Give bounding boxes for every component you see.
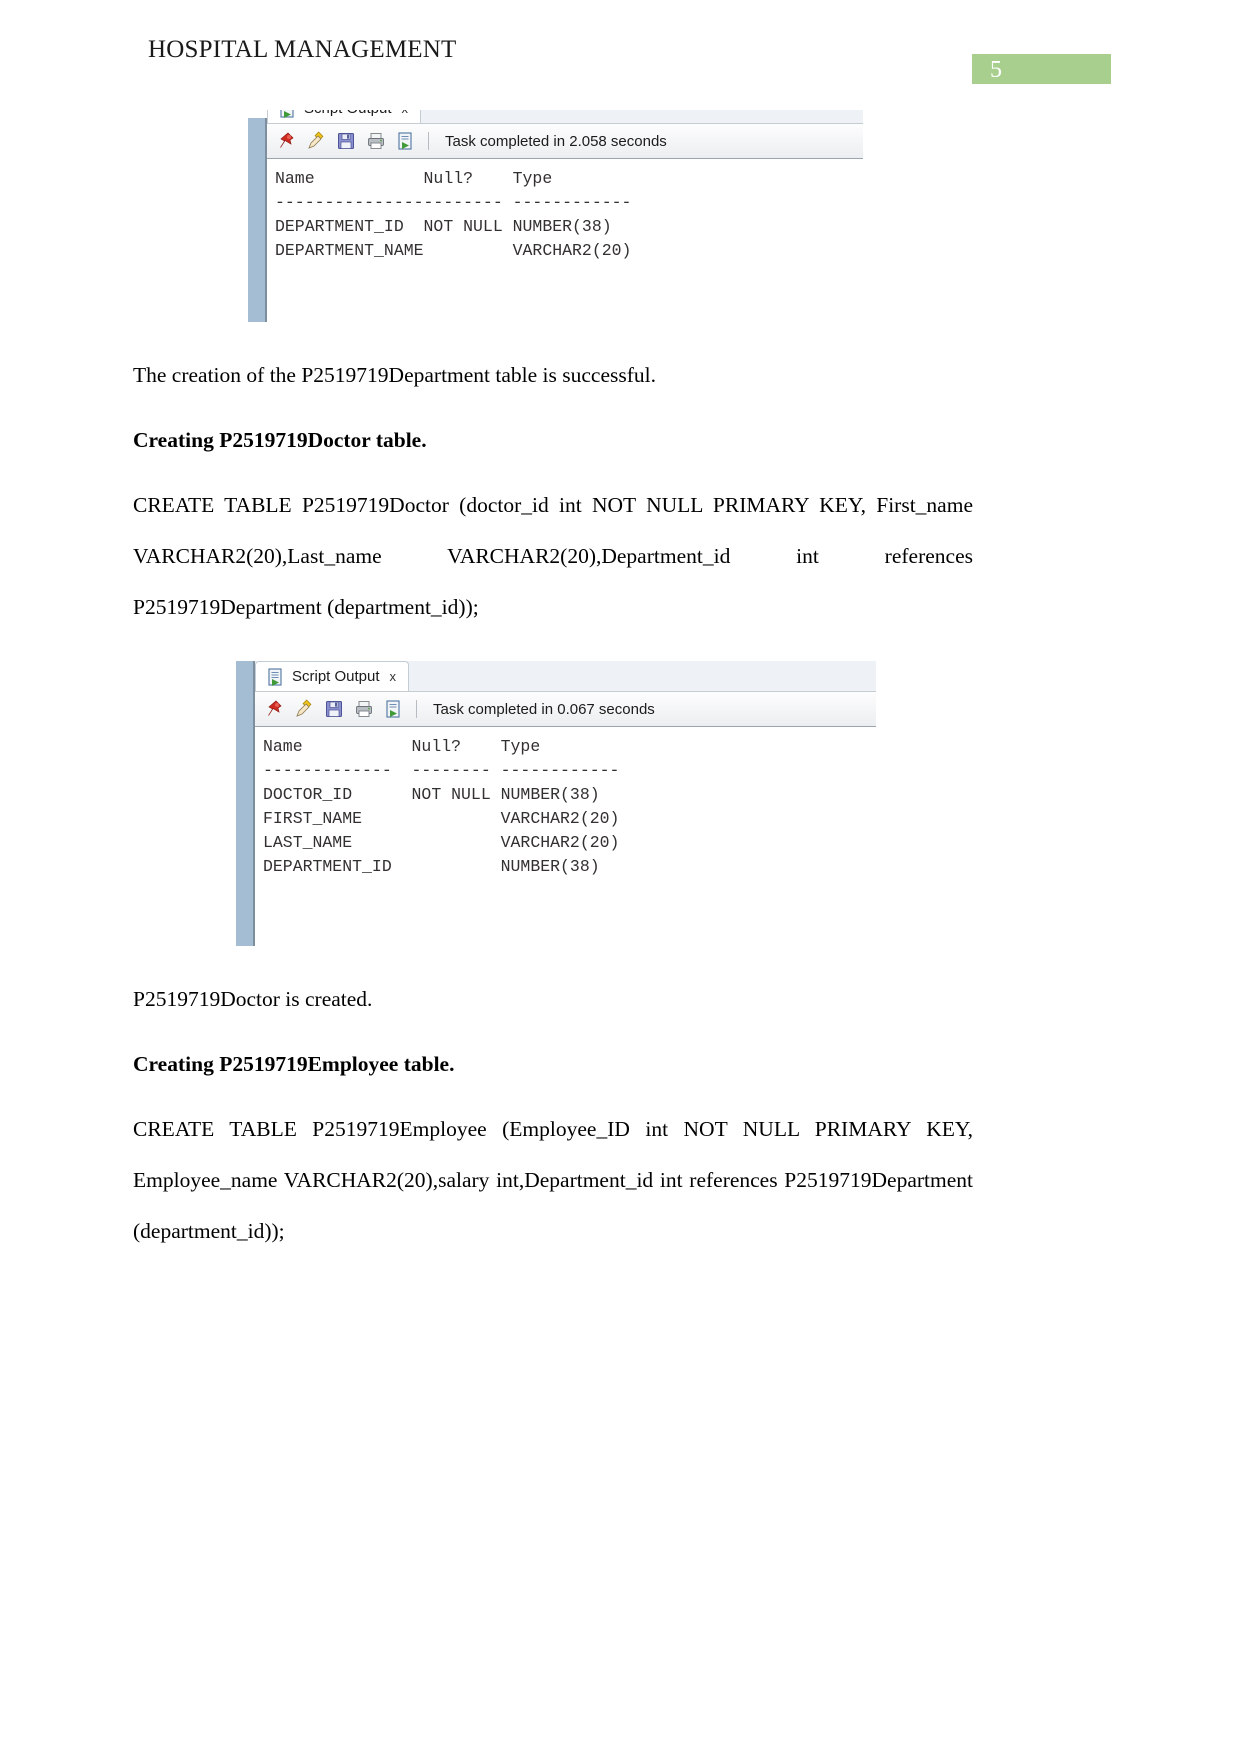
print-icon[interactable] xyxy=(366,131,386,151)
pin-icon[interactable] xyxy=(276,131,296,151)
output-separator-row: ------------- -------- ------------ xyxy=(263,759,876,783)
toolbar-separator xyxy=(428,132,429,150)
eraser-icon[interactable] xyxy=(294,699,314,719)
column-header-name: Name xyxy=(275,169,315,188)
sep-type: ------------ xyxy=(512,193,632,212)
page-title: HOSPITAL MANAGEMENT xyxy=(148,36,457,63)
heading-creating-doctor: Creating P2519719Doctor table. xyxy=(133,428,427,452)
close-icon[interactable]: x xyxy=(390,669,397,684)
eraser-icon[interactable] xyxy=(306,131,326,151)
cell-type: NUMBER(38) xyxy=(500,857,600,876)
cell-name: LAST_NAME xyxy=(263,833,353,852)
output-row: LAST_NAME VARCHAR2(20) xyxy=(263,831,876,855)
sep-type: ------------ xyxy=(500,761,620,780)
cell-name: DOCTOR_ID xyxy=(263,785,353,804)
paragraph-doctor-sql: CREATE TABLE P2519719Doctor (doctor_id i… xyxy=(133,493,973,619)
print-icon[interactable] xyxy=(354,699,374,719)
sep-name: --------------- xyxy=(275,193,424,212)
tab-strip: Script Output x xyxy=(255,661,876,692)
paragraph-employee-sql: CREATE TABLE P2519719Employee (Employee_… xyxy=(133,1117,973,1243)
script-output-toolbar: Task completed in 2.058 seconds xyxy=(267,124,863,159)
cell-type: NUMBER(38) xyxy=(512,217,612,236)
heading-creating-employee: Creating P2519719Employee table. xyxy=(133,1052,455,1076)
run-script-icon[interactable] xyxy=(384,699,404,719)
cell-type: VARCHAR2(20) xyxy=(500,809,620,828)
cell-null: NOT NULL xyxy=(423,217,503,236)
tab-script-output[interactable]: Script Output x xyxy=(267,110,422,123)
output-header-row: Name Null? Type xyxy=(275,167,863,191)
cell-name: FIRST_NAME xyxy=(263,809,363,828)
pin-icon[interactable] xyxy=(264,699,284,719)
output-row: DEPARTMENT_ID NOT NULL NUMBER(38) xyxy=(275,215,863,239)
output-row: DEPARTMENT_NAME VARCHAR2(20) xyxy=(275,239,863,263)
status-text: Task completed in 0.067 seconds xyxy=(433,700,655,718)
column-header-null: Null? xyxy=(411,737,462,756)
save-icon[interactable] xyxy=(324,699,344,719)
cell-type: NUMBER(38) xyxy=(500,785,600,804)
cell-type: VARCHAR2(20) xyxy=(512,241,632,260)
script-output-icon xyxy=(280,110,294,118)
cell-type: VARCHAR2(20) xyxy=(500,833,620,852)
tab-label: Script Output xyxy=(292,668,380,685)
document-content: Script Output x xyxy=(133,110,973,1257)
output-row: FIRST_NAME VARCHAR2(20) xyxy=(263,807,876,831)
paragraph-doctor-created: P2519719Doctor is created. xyxy=(133,987,373,1011)
page-number-badge: 5 xyxy=(972,54,1111,84)
editor-gutter xyxy=(248,118,267,322)
tab-strip: Script Output x xyxy=(267,110,863,124)
column-header-type: Type xyxy=(512,169,553,188)
column-header-null: Null? xyxy=(423,169,474,188)
output-row: DEPARTMENT_ID NUMBER(38) xyxy=(263,855,876,879)
sep-null: -------- xyxy=(411,761,491,780)
status-text: Task completed in 2.058 seconds xyxy=(445,132,667,150)
cell-name: DEPARTMENT_ID xyxy=(263,857,392,876)
output-separator-row: ----------------------- ------------ xyxy=(275,191,863,215)
toolbar-separator xyxy=(416,700,417,718)
column-header-name: Name xyxy=(263,737,303,756)
page-number: 5 xyxy=(990,57,1002,83)
script-output-text: NameNull?Type---------------------------… xyxy=(267,159,863,263)
cell-null: NOT NULL xyxy=(411,785,491,804)
paragraph-department-success: The creation of the P2519719Department t… xyxy=(133,363,657,387)
close-icon[interactable]: x xyxy=(402,110,409,116)
cell-name: DEPARTMENT_NAME xyxy=(275,241,424,260)
tab-script-output[interactable]: Script Output x xyxy=(255,661,410,691)
editor-gutter xyxy=(236,661,255,946)
screenshot-doctor-describe: Script Output x Task completed in 0.067 … xyxy=(236,661,876,946)
script-output-text: NameNull?Type---------------------------… xyxy=(255,727,876,879)
save-icon[interactable] xyxy=(336,131,356,151)
run-script-icon[interactable] xyxy=(396,131,416,151)
sep-null: -------- xyxy=(423,193,503,212)
tab-label: Script Output xyxy=(304,110,392,117)
column-header-type: Type xyxy=(500,737,541,756)
page-header: HOSPITAL MANAGEMENT 5 xyxy=(0,36,1241,84)
output-row: DOCTOR_ID NOT NULL NUMBER(38) xyxy=(263,783,876,807)
script-output-icon xyxy=(268,667,282,686)
output-header-row: Name Null? Type xyxy=(263,735,876,759)
script-output-toolbar: Task completed in 0.067 seconds xyxy=(255,692,876,727)
cell-name: DEPARTMENT_ID xyxy=(275,217,404,236)
sep-name: ------------- xyxy=(263,761,392,780)
screenshot-department-describe: Script Output x xyxy=(248,110,863,322)
